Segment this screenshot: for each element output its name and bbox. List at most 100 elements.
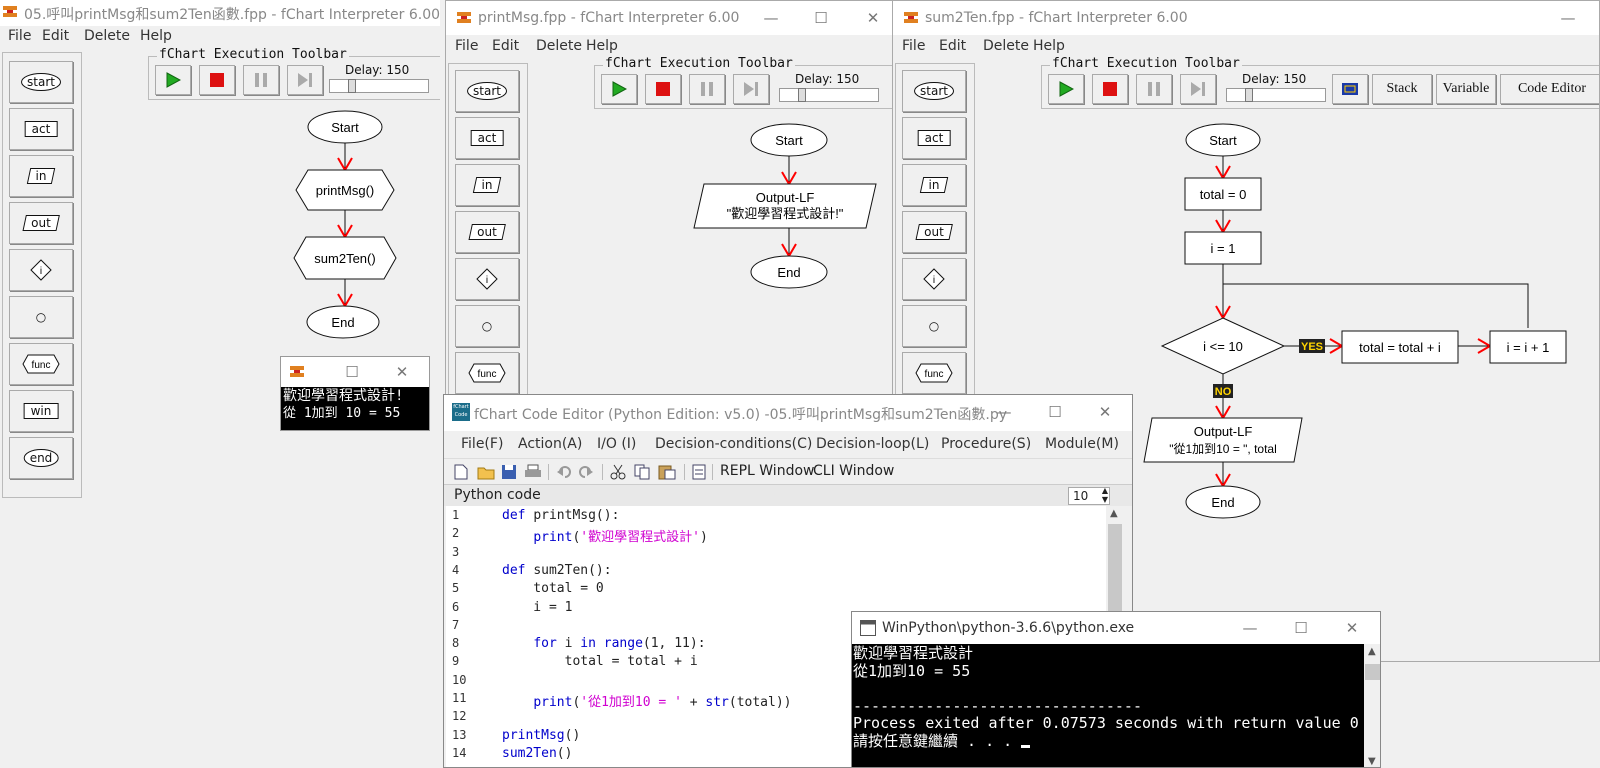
flag-button[interactable]	[1332, 74, 1368, 104]
palette-out-button[interactable]: out	[902, 211, 966, 253]
variable-button[interactable]: Variable	[1436, 74, 1496, 104]
palette-connector-button[interactable]: ○	[455, 305, 519, 347]
close-icon[interactable]: ✕	[1337, 617, 1367, 639]
menu-file[interactable]: File	[902, 38, 925, 54]
run-button[interactable]	[1048, 74, 1084, 104]
open-folder-icon[interactable]	[477, 464, 495, 480]
step-button[interactable]	[287, 65, 323, 95]
palette-decision-button[interactable]: i	[902, 258, 966, 300]
pause-button[interactable]	[689, 74, 725, 104]
minimize-icon[interactable]: —	[756, 7, 786, 29]
undo-icon[interactable]	[556, 464, 572, 480]
menu-io[interactable]: I/O (I)	[597, 436, 636, 452]
palette-decision-button[interactable]: i	[9, 249, 73, 291]
scroll-down-icon[interactable]: ▼	[1368, 756, 1376, 767]
menu-delete[interactable]: Delete	[536, 38, 582, 54]
menu-file[interactable]: File	[455, 38, 478, 54]
menu-delete[interactable]: Delete	[983, 38, 1029, 54]
save-icon[interactable]	[501, 464, 517, 480]
menu-edit[interactable]: Edit	[939, 38, 966, 54]
cli-window-button[interactable]: CLI Window	[813, 463, 894, 479]
palette-func-button[interactable]: func	[455, 352, 519, 394]
menu-module[interactable]: Module(M)	[1045, 436, 1119, 452]
menu-edit[interactable]: Edit	[42, 28, 69, 44]
maximize-icon[interactable]: ☐	[337, 361, 367, 383]
menu-help[interactable]: Help	[586, 38, 618, 54]
close-icon[interactable]: ✕	[1090, 401, 1120, 423]
menu-file[interactable]: File	[8, 28, 31, 44]
minimize-icon[interactable]: —	[1235, 617, 1265, 639]
maximize-icon[interactable]: ☐	[1040, 401, 1070, 423]
font-size-value: 10	[1073, 489, 1089, 503]
stop-button[interactable]	[199, 65, 235, 95]
pause-button[interactable]	[1136, 74, 1172, 104]
play-icon	[1059, 81, 1074, 97]
delay-slider[interactable]	[1226, 88, 1326, 102]
code-editor-button[interactable]: Code Editor	[1500, 74, 1599, 104]
palette-decision-button[interactable]: i	[455, 258, 519, 300]
print-icon[interactable]	[524, 464, 542, 480]
menu-procedure[interactable]: Procedure(S)	[941, 436, 1031, 452]
run-button[interactable]	[155, 65, 191, 95]
stop-button[interactable]	[1092, 74, 1128, 104]
scroll-up-icon[interactable]: ▲	[1368, 646, 1376, 657]
stack-button[interactable]: Stack	[1372, 74, 1432, 104]
delay-slider[interactable]	[329, 79, 429, 93]
scroll-up-icon[interactable]: ▲	[1110, 508, 1118, 519]
palette-in-button[interactable]: in	[902, 164, 966, 206]
new-file-icon[interactable]	[454, 464, 468, 480]
fchart-code-icon: fChart Code	[452, 403, 470, 421]
palette-in-button[interactable]: in	[455, 164, 519, 206]
redo-icon[interactable]	[578, 464, 594, 480]
titlebar: fChart Code fChart Code Editor (Python E…	[444, 395, 1132, 431]
palette-act-button[interactable]: act	[902, 117, 966, 159]
minimize-icon[interactable]: —	[1553, 7, 1583, 29]
slider-thumb[interactable]	[798, 88, 806, 102]
menu-help[interactable]: Help	[140, 28, 172, 44]
stop-button[interactable]	[645, 74, 681, 104]
scroll-thumb[interactable]	[1365, 664, 1380, 680]
slider-thumb[interactable]	[1245, 88, 1253, 102]
palette-start-button[interactable]: start	[9, 61, 73, 103]
palette-out-button[interactable]: out	[9, 202, 73, 244]
maximize-icon[interactable]: ☐	[806, 7, 836, 29]
document-icon[interactable]	[692, 464, 706, 480]
font-size-spinner[interactable]: 10 ▲ ▼	[1068, 486, 1110, 505]
palette-end-button[interactable]: end	[9, 437, 73, 479]
menu-help[interactable]: Help	[1033, 38, 1065, 54]
run-button[interactable]	[601, 74, 637, 104]
menu-action[interactable]: Action(A)	[518, 436, 582, 452]
palette-act-button[interactable]: act	[455, 117, 519, 159]
close-icon[interactable]: ✕	[858, 7, 888, 29]
pause-button[interactable]	[243, 65, 279, 95]
minimize-icon[interactable]: —	[989, 401, 1019, 423]
palette-start-button[interactable]: start	[902, 70, 966, 112]
console-scrollbar[interactable]: ▲ ▼	[1364, 644, 1380, 767]
menu-file[interactable]: File(F)	[461, 436, 503, 452]
maximize-icon[interactable]: ☐	[1286, 617, 1316, 639]
menu-decision-loop[interactable]: Decision-loop(L)	[816, 436, 929, 452]
menu-delete[interactable]: Delete	[84, 28, 130, 44]
close-icon[interactable]: ✕	[387, 361, 417, 383]
menu-edit[interactable]: Edit	[492, 38, 519, 54]
copy-icon[interactable]	[634, 464, 650, 480]
slider-thumb[interactable]	[348, 79, 356, 93]
palette-act-button[interactable]: act	[9, 108, 73, 150]
palette-start-button[interactable]: start	[455, 70, 519, 112]
palette-connector-button[interactable]: ○	[9, 296, 73, 338]
palette-func-button[interactable]: func	[902, 352, 966, 394]
repl-window-button[interactable]: REPL Window	[720, 463, 814, 479]
spinner-arrows-icon[interactable]: ▲ ▼	[1102, 486, 1108, 504]
palette-in-button[interactable]: in	[9, 155, 73, 197]
step-button[interactable]	[733, 74, 769, 104]
delay-slider[interactable]	[779, 88, 879, 102]
menu-decision-conditions[interactable]: Decision-conditions(C)	[655, 436, 812, 452]
palette-connector-button[interactable]: ○	[902, 305, 966, 347]
code-text: for i in range(1, 11):	[502, 636, 705, 651]
palette-win-button[interactable]: win	[9, 390, 73, 432]
paste-icon[interactable]	[658, 464, 676, 480]
palette-out-button[interactable]: out	[455, 211, 519, 253]
step-button[interactable]	[1180, 74, 1216, 104]
cut-icon[interactable]	[610, 464, 626, 480]
palette-func-button[interactable]: func	[9, 343, 73, 385]
